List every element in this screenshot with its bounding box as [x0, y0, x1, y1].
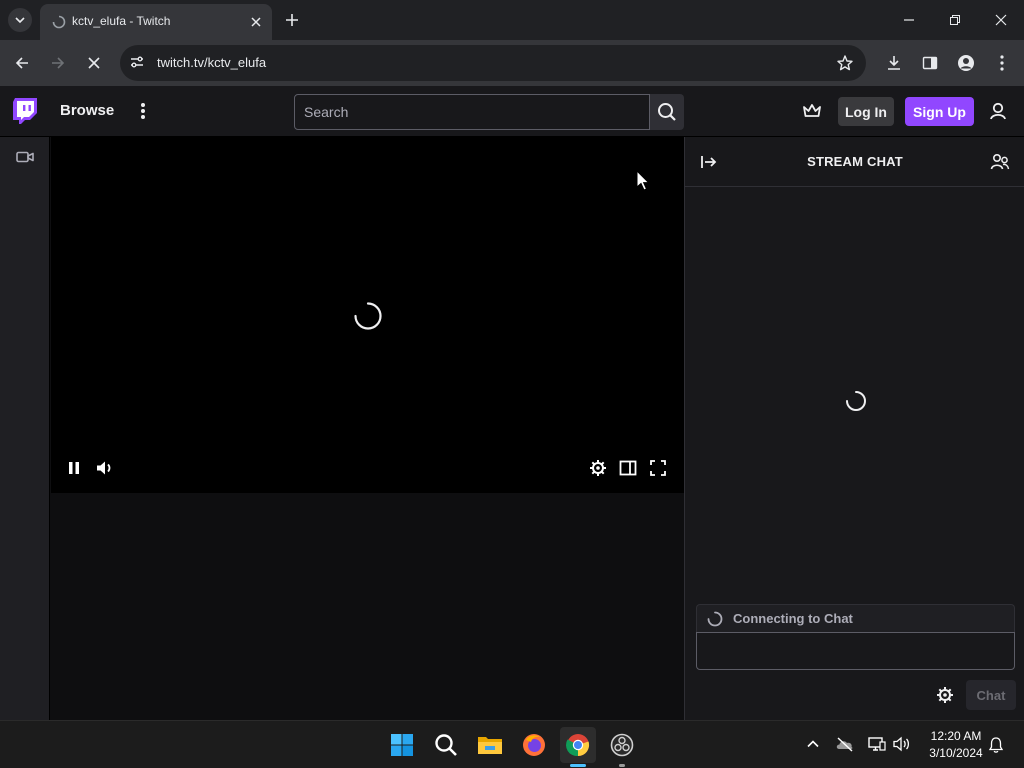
network-icon[interactable] — [867, 736, 887, 752]
volume-icon[interactable] — [95, 459, 115, 477]
side-panel-button[interactable] — [919, 52, 941, 74]
video-player[interactable] — [51, 137, 684, 493]
mouse-cursor-icon — [636, 170, 650, 191]
more-vertical-icon[interactable] — [136, 100, 150, 122]
forward-button[interactable] — [47, 52, 69, 74]
search-input[interactable] — [294, 94, 650, 130]
notification-bell-icon[interactable] — [988, 736, 1004, 754]
stop-icon — [88, 57, 100, 69]
start-icon — [391, 734, 413, 756]
file-explorer-icon — [478, 737, 502, 754]
side-panel-icon — [922, 56, 938, 70]
tab-search-button[interactable] — [8, 8, 32, 32]
search-icon — [435, 734, 457, 756]
loading-spinner-icon — [354, 302, 382, 330]
browser-tab-strip: kctv_elufa - Twitch — [0, 0, 1024, 40]
fullscreen-icon[interactable] — [649, 459, 667, 477]
chevron-up-icon[interactable] — [805, 736, 821, 752]
chat-connection-status: Connecting to Chat — [696, 604, 1015, 632]
browse-link[interactable]: Browse — [60, 102, 114, 119]
clock-date: 3/10/2024 — [929, 746, 983, 760]
theatre-mode-icon[interactable] — [619, 459, 637, 477]
browser-menu-button[interactable] — [991, 52, 1013, 74]
chat-input[interactable] — [696, 632, 1015, 670]
community-users-icon[interactable] — [990, 152, 1010, 172]
new-tab-icon[interactable] — [282, 10, 302, 30]
twitch-logo-icon[interactable] — [12, 97, 38, 125]
taskbar-firefox[interactable] — [516, 727, 552, 763]
downloads-button[interactable] — [883, 52, 905, 74]
stream-chat-panel: STREAM CHAT Connecting to Chat Chat — [684, 137, 1024, 720]
user-icon[interactable] — [988, 101, 1008, 121]
chrome-icon — [566, 734, 590, 757]
pause-icon[interactable] — [65, 459, 83, 477]
video-camera-icon[interactable] — [15, 149, 35, 165]
profile-icon — [958, 55, 974, 71]
loading-spinner-icon — [707, 611, 723, 627]
search-button[interactable] — [650, 94, 684, 130]
obs-icon — [610, 733, 634, 757]
site-settings-icon[interactable] — [128, 53, 146, 71]
clock-time: 12:20 AM — [930, 729, 982, 743]
chat-header: STREAM CHAT — [685, 137, 1024, 187]
twitch-top-nav: Browse Log In Sign Up — [0, 86, 1024, 137]
chat-send-button[interactable]: Chat — [966, 680, 1016, 710]
signup-button[interactable]: Sign Up — [905, 97, 974, 126]
browser-tab-active[interactable]: kctv_elufa - Twitch — [40, 4, 272, 40]
crown-icon[interactable] — [801, 101, 823, 121]
chat-title: STREAM CHAT — [807, 154, 903, 169]
window-close-icon — [995, 14, 1007, 26]
firefox-icon — [523, 734, 545, 756]
chevron-down-icon — [15, 17, 25, 24]
window-close-button[interactable] — [991, 10, 1011, 30]
settings-gear-icon[interactable] — [589, 459, 607, 477]
left-sidebar — [0, 137, 50, 720]
speaker-icon[interactable] — [892, 736, 912, 752]
restore-icon — [950, 15, 960, 25]
chat-status-text: Connecting to Chat — [733, 611, 853, 626]
taskbar-start[interactable] — [384, 727, 420, 763]
close-icon[interactable] — [248, 14, 264, 30]
onedrive-offline-icon[interactable] — [835, 736, 855, 752]
chrome-active-indicator — [570, 764, 586, 767]
arrow-left-icon — [15, 57, 28, 69]
loading-spinner-icon — [846, 391, 866, 411]
stop-loading-button[interactable] — [83, 52, 105, 74]
profile-button[interactable] — [955, 52, 977, 74]
taskbar-chrome[interactable] — [560, 727, 596, 763]
search-icon — [658, 103, 676, 121]
more-vertical-icon — [1000, 55, 1004, 71]
url-text: twitch.tv/kctv_elufa — [157, 55, 267, 70]
loading-favicon-icon — [52, 15, 66, 29]
login-button[interactable]: Log In — [838, 97, 894, 126]
taskbar-file-explorer[interactable] — [472, 727, 508, 763]
star-icon[interactable] — [836, 54, 854, 72]
channel-info-area — [51, 493, 684, 720]
address-bar[interactable]: twitch.tv/kctv_elufa — [120, 45, 866, 81]
back-button[interactable] — [11, 52, 33, 74]
download-icon — [888, 56, 900, 70]
arrow-right-icon — [52, 57, 65, 69]
windows-taskbar: 12:20 AM 3/10/2024 — [0, 720, 1024, 768]
browser-toolbar: twitch.tv/kctv_elufa — [0, 40, 1024, 86]
minimize-button[interactable] — [899, 10, 919, 30]
settings-gear-icon[interactable] — [936, 686, 954, 704]
browser-tab-title: kctv_elufa - Twitch — [72, 14, 171, 28]
restore-button[interactable] — [945, 10, 965, 30]
taskbar-search[interactable] — [428, 727, 464, 763]
obs-running-indicator — [619, 764, 625, 767]
minimize-icon — [904, 19, 914, 21]
taskbar-obs[interactable] — [604, 727, 640, 763]
